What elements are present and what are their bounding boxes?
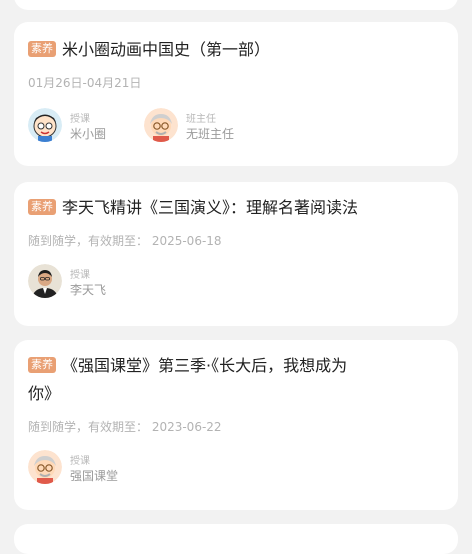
class-teacher-role-label: 班主任	[186, 114, 216, 125]
course-title-row: 素养 米小圈动画中国史（第一部）	[28, 36, 444, 64]
course-card-partial-top[interactable]	[14, 0, 458, 10]
teacher-info[interactable]: 授课 强国课堂	[28, 450, 168, 490]
class-teacher-name: 无班主任	[186, 127, 235, 141]
course-title-row: 素养 《强国课堂》第三季·《长大后，我想成为 你》	[28, 352, 444, 408]
course-title-line2: 你》	[28, 384, 61, 403]
category-badge: 素养	[28, 199, 56, 215]
teacher-info[interactable]: 授课 米小圈	[28, 108, 148, 148]
course-card[interactable]: 素养 李天飞精讲《三国演义》：理解名著阅读法 随到随学，有效期至： 2025-06…	[14, 182, 458, 326]
course-title-line1: 《强国课堂》第三季·《长大后，我想成为	[62, 356, 348, 375]
course-card[interactable]: 素养 米小圈动画中国史（第一部） 01月26日-04月21日 授课 米小圈 班主…	[14, 22, 458, 166]
teacher-role-label: 授课	[70, 456, 90, 467]
teacher-name: 米小圈	[70, 127, 107, 141]
course-card-partial-bottom[interactable]	[14, 524, 458, 554]
teacher-role-label: 授课	[70, 114, 90, 125]
grandpa-avatar-icon	[144, 108, 178, 142]
course-validity: 随到随学，有效期至： 2025-06-18	[28, 234, 222, 248]
course-title: 米小圈动画中国史（第一部）	[62, 40, 271, 59]
course-title: 李天飞精讲《三国演义》：理解名著阅读法	[62, 198, 359, 217]
course-card[interactable]: 素养 《强国课堂》第三季·《长大后，我想成为 你》 随到随学，有效期至： 2023…	[14, 340, 458, 510]
teacher-info[interactable]: 授课 李天飞	[28, 264, 158, 304]
course-title-row: 素养 李天飞精讲《三国演义》：理解名著阅读法	[28, 194, 444, 222]
class-teacher-info[interactable]: 班主任 无班主任	[144, 108, 274, 148]
cartoon-boy-avatar-icon	[28, 108, 62, 142]
category-badge: 素养	[28, 41, 56, 57]
teacher-name: 强国课堂	[70, 469, 119, 483]
teacher-role-label: 授课	[70, 270, 90, 281]
course-validity: 随到随学，有效期至： 2023-06-22	[28, 420, 222, 434]
category-badge: 素养	[28, 357, 56, 373]
teacher-photo-avatar-icon	[28, 264, 62, 298]
course-date: 01月26日-04月21日	[28, 76, 142, 90]
grandpa-avatar-icon	[28, 450, 62, 484]
teacher-name: 李天飞	[70, 283, 107, 297]
